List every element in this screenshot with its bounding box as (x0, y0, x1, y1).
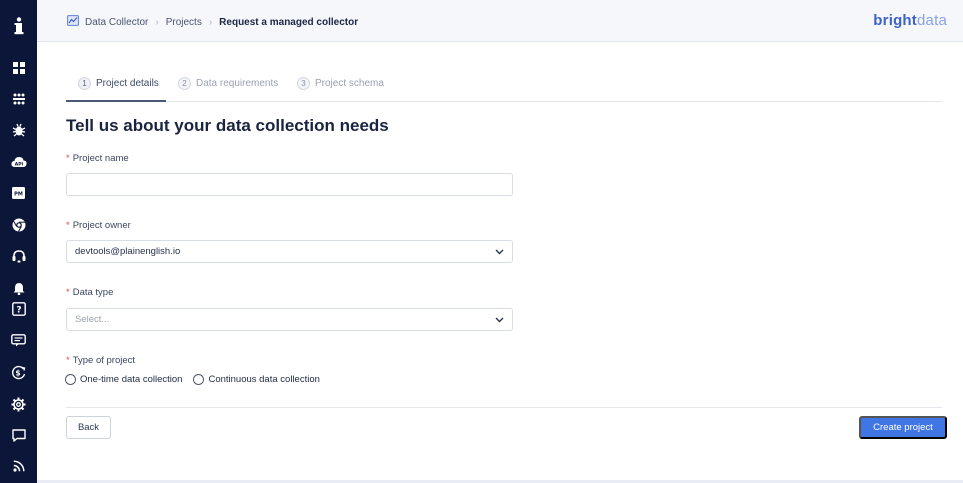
chevron-right-icon: › (155, 16, 159, 28)
logo-secondary-text: data (917, 12, 947, 29)
step-label: Project details (96, 78, 159, 89)
step-number: 3 (297, 77, 310, 90)
data-type-label: * Data type (66, 287, 113, 298)
active-step-indicator (66, 100, 166, 102)
svg-text:$: $ (15, 368, 20, 377)
label-text: Data type (72, 287, 114, 298)
step-number: 1 (78, 77, 91, 90)
step-label: Project schema (315, 78, 384, 89)
project-owner-select[interactable]: devtools@plainenglish.io (66, 240, 513, 263)
select-placeholder: Select... (75, 314, 110, 325)
bright-data-logo[interactable]: brightdata (873, 12, 947, 29)
data-type-select[interactable]: Select... (66, 308, 513, 331)
radio-circle[interactable] (65, 374, 76, 385)
label-text: Type of project (72, 355, 136, 366)
step-project-details[interactable]: 1 Project details (78, 77, 159, 90)
radio-label: One-time data collection (80, 374, 183, 385)
back-button[interactable]: Back (66, 416, 111, 439)
svg-text:?: ? (16, 306, 21, 316)
dashboard-icon[interactable] (0, 56, 37, 80)
step-label: Data requirements (196, 78, 279, 89)
svg-text:PM: PM (14, 191, 23, 197)
chevron-right-icon: › (208, 16, 213, 28)
required-marker: * (66, 220, 70, 231)
feed-icon[interactable] (0, 454, 37, 478)
chart-icon (67, 15, 79, 29)
required-marker: * (66, 287, 70, 298)
top-bar: Data Collector › Projects › Request a ma… (37, 0, 963, 42)
billing-icon[interactable] (0, 328, 37, 352)
chevron-down-icon (495, 317, 504, 323)
label-text: Project name (72, 153, 129, 164)
required-marker: * (66, 153, 70, 164)
project-type-radio-group: One-time data collection Continuous data… (65, 374, 331, 385)
svg-text:API: API (14, 162, 23, 168)
step-project-schema[interactable]: 3 Project schema (297, 77, 384, 90)
pm-icon[interactable]: PM (0, 181, 37, 205)
create-project-button[interactable]: Create project (859, 416, 947, 439)
breadcrumb-current: Request a managed collector (219, 16, 359, 28)
api-icon[interactable]: API (0, 150, 37, 174)
project-type-label: * Type of project (66, 355, 135, 366)
page-title: Tell us about your data collection needs (66, 116, 389, 135)
radio-one-time[interactable]: One-time data collection (65, 374, 182, 385)
label-text: Project owner (72, 220, 131, 231)
collector-icon[interactable] (0, 118, 37, 142)
radio-circle[interactable] (193, 374, 205, 385)
support-icon[interactable] (0, 244, 37, 268)
chevron-down-icon (495, 249, 504, 255)
radio-continuous[interactable]: Continuous data collection (193, 374, 320, 385)
stepper: 1 Project details 2 Data requirements 3 … (66, 72, 942, 102)
breadcrumb: Data Collector › Projects › Request a ma… (67, 15, 358, 29)
logo-primary-text: bright (873, 12, 917, 29)
messages-icon[interactable] (0, 423, 37, 447)
footer-divider (66, 407, 942, 408)
help-icon[interactable]: ? (0, 297, 37, 321)
select-value: devtools@plainenglish.io (75, 246, 181, 257)
payment-icon[interactable]: $ (0, 360, 37, 384)
settings-icon[interactable] (0, 392, 37, 416)
radio-label: Continuous data collection (208, 374, 320, 385)
step-number: 2 (178, 77, 191, 90)
app-root: API PM ? $ Data Collector › Projects › R… (0, 0, 963, 483)
project-name-input[interactable] (66, 173, 513, 196)
proxies-icon[interactable] (0, 87, 37, 111)
sidebar: API PM ? $ (0, 0, 37, 483)
step-data-requirements[interactable]: 2 Data requirements (178, 77, 278, 90)
project-name-label: * Project name (66, 153, 129, 164)
info-icon[interactable] (0, 12, 37, 40)
browser-icon[interactable] (0, 213, 37, 237)
breadcrumb-projects[interactable]: Projects (166, 17, 202, 28)
project-owner-label: * Project owner (66, 220, 131, 231)
breadcrumb-data-collector[interactable]: Data Collector (85, 17, 148, 28)
required-marker: * (66, 355, 70, 366)
